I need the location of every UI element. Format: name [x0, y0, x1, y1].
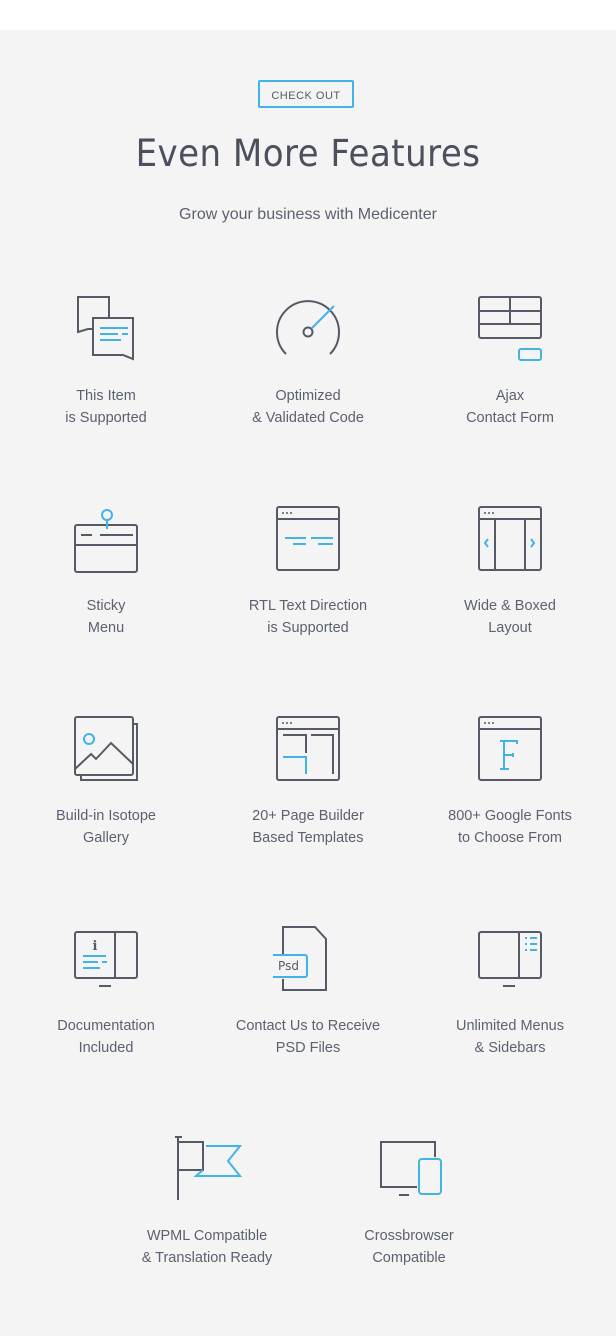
gallery-image-icon	[74, 716, 138, 781]
contact-form-icon	[478, 296, 542, 361]
feature-label: Build-in Isotope Gallery	[56, 808, 156, 846]
feature-label: Sticky Menu	[86, 598, 126, 636]
feature-item: Ajax Contact Form	[409, 293, 611, 429]
feature-label: Ajax Contact Form	[466, 388, 554, 426]
chat-bubbles-icon	[77, 296, 134, 361]
feature-label: RTL Text Direction is Supported	[248, 598, 368, 636]
top-bar	[0, 0, 616, 30]
sticky-menu-icon	[74, 509, 138, 573]
feature-label: WPML Compatible & Translation Ready	[141, 1228, 273, 1266]
feature-item: 20+ Page Builder Based Templates	[207, 713, 409, 849]
feature-label: Wide & Boxed Layout	[464, 598, 556, 636]
feature-item: Crossbrowser Compatible	[308, 1133, 510, 1269]
speedometer-icon	[276, 300, 340, 355]
feature-item: Wide & Boxed Layout	[409, 503, 611, 639]
google-fonts-icon	[478, 716, 542, 781]
psd-file-icon: Psd	[273, 926, 327, 991]
wpml-flag-icon	[175, 1136, 242, 1200]
feature-item: Sticky Menu	[5, 503, 207, 639]
documentation-icon: i	[74, 931, 138, 987]
section-title: Even More Features	[135, 132, 481, 175]
feature-item: WPML Compatible & Translation Ready	[106, 1133, 308, 1269]
feature-label: Crossbrowser Compatible	[364, 1228, 454, 1266]
feature-label: Unlimited Menus & Sidebars	[456, 1018, 564, 1056]
wide-boxed-layout-icon	[478, 506, 542, 571]
feature-label: This Item is Supported	[65, 388, 147, 426]
feature-label: Optimized & Validated Code	[252, 388, 364, 426]
section-subtitle: Grow your business with Medicenter	[179, 206, 437, 223]
feature-item: Unlimited Menus & Sidebars	[409, 923, 611, 1059]
svg-text:i: i	[93, 939, 98, 954]
crossbrowser-devices-icon	[380, 1141, 442, 1196]
feature-label: Contact Us to Receive PSD Files	[235, 1018, 381, 1056]
feature-label: 800+ Google Fonts to Choose From	[448, 808, 572, 846]
feature-item: 800+ Google Fonts to Choose From	[409, 713, 611, 849]
feature-item: RTL Text Direction is Supported	[207, 503, 409, 639]
features-section: CHECK OUT Even More Features Grow your b…	[0, 30, 616, 1336]
feature-item: Psd Contact Us to Receive PSD Files	[207, 923, 409, 1059]
feature-item: Optimized & Validated Code	[207, 293, 409, 429]
menus-sidebars-icon	[478, 931, 542, 987]
feature-item: Build-in Isotope Gallery	[5, 713, 207, 849]
feature-item: This Item is Supported	[5, 293, 207, 429]
check-out-button[interactable]: CHECK OUT	[258, 80, 354, 108]
feature-item: i Documentation Included	[5, 923, 207, 1059]
feature-label: 20+ Page Builder Based Templates	[252, 808, 364, 846]
page-builder-icon	[276, 716, 340, 781]
svg-text:Psd: Psd	[278, 959, 299, 973]
feature-label: Documentation Included	[57, 1018, 155, 1056]
rtl-text-icon	[276, 506, 340, 571]
